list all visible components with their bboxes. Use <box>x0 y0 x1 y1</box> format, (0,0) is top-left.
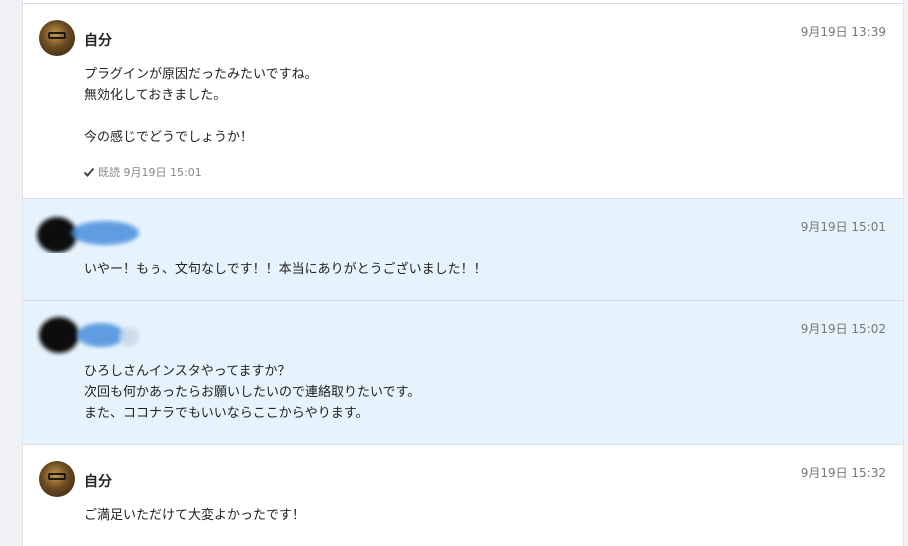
sender-name[interactable]: 自分 <box>84 471 112 491</box>
message-item: 自分 9月19日 13:39 プラグインが原因だったみたいですね。 無効化してお… <box>23 3 903 199</box>
message-line: いやー！もぅ、文句なしです！！本当にありがとうございました！！ <box>84 262 487 277</box>
avatar-glasses <box>48 32 66 39</box>
message-item: 9月19日 15:01 いやー！もぅ、文句なしです！！本当にありがとうございまし… <box>23 198 903 301</box>
avatar-glasses <box>48 473 66 480</box>
message-line: 次回も何かあったらお願いしたいので連絡取りたいです。 <box>84 385 421 400</box>
message-line: 無効化しておきました。 <box>84 88 227 103</box>
message-time: 9月19日 13:39 <box>800 25 886 39</box>
message-line-blank <box>84 106 318 127</box>
message-time: 9月19日 15:32 <box>800 466 886 480</box>
message-body: プラグインが原因だったみたいですね。 無効化しておきました。 今の感じでどうでし… <box>84 64 318 148</box>
message-thread: 自分 9月19日 13:39 プラグインが原因だったみたいですね。 無効化してお… <box>22 0 904 546</box>
message-item: 9月19日 15:02 ひろしさんインスタやってますか？ 次回も何かあったらお願… <box>23 300 903 445</box>
message-line: また、ココナラでもいいならここからやります。 <box>84 406 369 421</box>
message-time: 9月19日 15:01 <box>800 220 886 234</box>
redacted-avatar <box>37 217 139 253</box>
check-icon <box>83 167 95 177</box>
avatar[interactable] <box>39 20 75 56</box>
message-time: 9月19日 15:02 <box>800 322 886 336</box>
message-body: いやー！もぅ、文句なしです！！本当にありがとうございました！！ <box>84 259 487 280</box>
avatar[interactable] <box>39 461 75 497</box>
message-line: プラグインが原因だったみたいですね。 <box>84 67 318 82</box>
message-line: ご満足いただけて大変よかったです！ <box>84 508 306 523</box>
read-label: 既読 9月19日 15:01 <box>98 166 202 179</box>
message-item: 自分 9月19日 15:32 ご満足いただけて大変よかったです！ <box>23 444 903 546</box>
message-body: ご満足いただけて大変よかったです！ <box>84 505 305 526</box>
message-body: ひろしさんインスタやってますか？ 次回も何かあったらお願いしたいので連絡取りたい… <box>84 361 420 424</box>
sender-name[interactable]: 自分 <box>84 30 112 50</box>
read-receipt: 既読 9月19日 15:01 <box>83 164 202 180</box>
message-line: 今の感じでどうでしょうか！ <box>84 130 254 145</box>
redacted-avatar <box>39 317 139 353</box>
message-line: ひろしさんインスタやってますか？ <box>84 364 291 379</box>
